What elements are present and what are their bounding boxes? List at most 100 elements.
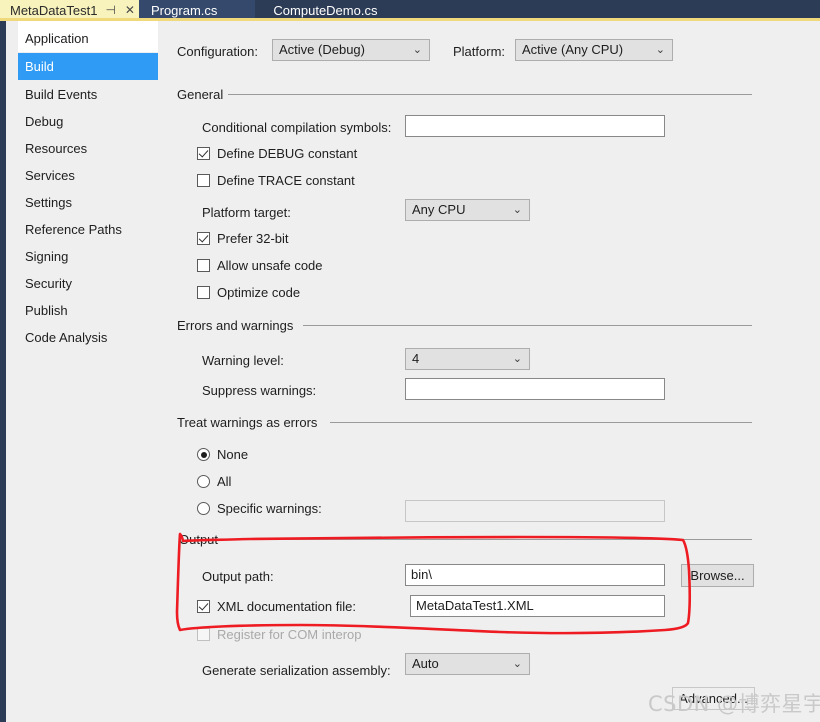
suppress-warnings-input[interactable] [405, 378, 665, 400]
radio-icon [197, 448, 210, 461]
specific-warnings-input[interactable] [405, 500, 665, 522]
treat-warnings-all-label: All [217, 474, 231, 489]
suppress-warnings-label: Suppress warnings: [202, 383, 316, 398]
sidebar-item-resources[interactable]: Resources [18, 135, 158, 162]
conditional-symbols-label: Conditional compilation symbols: [202, 120, 391, 135]
errors-warnings-group-title: Errors and warnings [177, 318, 293, 333]
warning-level-label: Warning level: [202, 353, 284, 368]
radio-icon [197, 475, 210, 488]
chevron-down-icon: ⌄ [656, 40, 665, 60]
sidebar-item-label: Signing [25, 249, 68, 264]
treat-warnings-none-radio[interactable]: None [197, 447, 248, 462]
sidebar-item-label: Build [25, 59, 54, 74]
tab-label: MetaDataTest1 [10, 3, 97, 18]
checkbox-icon [197, 147, 210, 160]
xml-documentation-checkbox[interactable]: XML documentation file: [197, 599, 356, 614]
checkbox-icon [197, 259, 210, 272]
conditional-symbols-input[interactable] [405, 115, 665, 137]
prefer-32bit-label: Prefer 32-bit [217, 231, 289, 246]
sidebar-item-label: Services [25, 168, 75, 183]
chevron-down-icon: ⌄ [513, 200, 522, 220]
sidebar-item-label: Resources [25, 141, 87, 156]
platform-label: Platform: [453, 44, 505, 59]
sidebar-item-settings[interactable]: Settings [18, 189, 158, 216]
sidebar-item-label: Application [25, 31, 89, 46]
chevron-down-icon: ⌄ [513, 654, 522, 674]
sidebar-item-publish[interactable]: Publish [18, 297, 158, 324]
sidebar-item-label: Publish [25, 303, 68, 318]
platform-target-label: Platform target: [202, 205, 291, 220]
define-debug-label: Define DEBUG constant [217, 146, 357, 161]
checkbox-icon [197, 232, 210, 245]
tab-label: Program.cs [151, 3, 217, 18]
sidebar-item-label: Security [25, 276, 72, 291]
sidebar-item-label: Build Events [25, 87, 97, 102]
optimize-code-checkbox[interactable]: Optimize code [197, 285, 300, 300]
chevron-down-icon: ⌄ [413, 40, 422, 60]
define-debug-checkbox[interactable]: Define DEBUG constant [197, 146, 357, 161]
sidebar-item-signing[interactable]: Signing [18, 243, 158, 270]
treat-warnings-specific-label: Specific warnings: [217, 501, 322, 516]
configuration-select[interactable]: Active (Debug) ⌄ [272, 39, 430, 61]
pin-icon[interactable]: ⊣ [105, 4, 115, 16]
tab-strip: MetaDataTest1 ⊣ ✕ Program.cs ComputeDemo… [0, 0, 820, 20]
warning-level-value: 4 [412, 351, 419, 366]
treat-warnings-specific-radio[interactable]: Specific warnings: [197, 501, 322, 516]
output-path-value: bin\ [411, 567, 432, 582]
output-group-title: Output [179, 532, 218, 547]
output-path-input[interactable]: bin\ [405, 564, 665, 586]
checkbox-icon [197, 628, 210, 641]
serialization-assembly-select[interactable]: Auto ⌄ [405, 653, 530, 675]
browse-button[interactable]: Browse... [681, 564, 754, 587]
sidebar-item-build[interactable]: Build [18, 53, 158, 80]
tab-program-cs[interactable]: Program.cs [139, 0, 255, 20]
sidebar-item-application[interactable]: Application [18, 25, 158, 52]
define-trace-checkbox[interactable]: Define TRACE constant [197, 173, 355, 188]
xml-documentation-label: XML documentation file: [217, 599, 356, 614]
general-group-divider [228, 94, 752, 95]
close-icon[interactable]: ✕ [125, 4, 135, 16]
allow-unsafe-label: Allow unsafe code [217, 258, 323, 273]
output-path-label: Output path: [202, 569, 274, 584]
tab-computedemo-cs[interactable]: ComputeDemo.cs [255, 0, 407, 20]
general-group-title: General [177, 87, 223, 102]
platform-target-value: Any CPU [412, 202, 465, 217]
sidebar-item-security[interactable]: Security [18, 270, 158, 297]
sidebar-item-services[interactable]: Services [18, 162, 158, 189]
checkbox-icon [197, 286, 210, 299]
browse-label: Browse... [690, 568, 744, 583]
sidebar-item-label: Settings [25, 195, 72, 210]
sidebar-item-debug[interactable]: Debug [18, 108, 158, 135]
configuration-label: Configuration: [177, 44, 258, 59]
sidebar-item-build-events[interactable]: Build Events [18, 81, 158, 108]
sidebar-item-reference-paths[interactable]: Reference Paths [18, 216, 158, 243]
checkbox-icon [197, 600, 210, 613]
warning-level-select[interactable]: 4 ⌄ [405, 348, 530, 370]
optimize-code-label: Optimize code [217, 285, 300, 300]
platform-target-select[interactable]: Any CPU ⌄ [405, 199, 530, 221]
platform-select[interactable]: Active (Any CPU) ⌄ [515, 39, 673, 61]
configuration-value: Active (Debug) [279, 42, 365, 57]
allow-unsafe-checkbox[interactable]: Allow unsafe code [197, 258, 323, 273]
errors-warnings-group-divider [303, 325, 752, 326]
tab-metadatatest1[interactable]: MetaDataTest1 ⊣ ✕ [0, 0, 139, 20]
treat-warnings-all-radio[interactable]: All [197, 474, 231, 489]
sidebar-item-code-analysis[interactable]: Code Analysis [18, 324, 158, 351]
register-com-interop-checkbox: Register for COM interop [197, 627, 362, 642]
serialization-assembly-value: Auto [412, 656, 439, 671]
rail-gap [6, 21, 18, 722]
register-com-interop-label: Register for COM interop [217, 627, 362, 642]
serialization-assembly-label: Generate serialization assembly: [202, 663, 391, 678]
checkbox-icon [197, 174, 210, 187]
xml-documentation-input[interactable]: MetaDataTest1.XML [410, 595, 665, 617]
sidebar-item-label: Reference Paths [25, 222, 122, 237]
watermark: CSDN @博弈星宇 [648, 688, 820, 718]
prefer-32bit-checkbox[interactable]: Prefer 32-bit [197, 231, 289, 246]
xml-documentation-value: MetaDataTest1.XML [416, 598, 534, 613]
treat-warnings-group-divider [330, 422, 752, 423]
sidebar-item-label: Code Analysis [25, 330, 107, 345]
tab-label: ComputeDemo.cs [273, 3, 377, 18]
treat-warnings-group-title: Treat warnings as errors [177, 415, 317, 430]
treat-warnings-none-label: None [217, 447, 248, 462]
sidebar-item-label: Debug [25, 114, 63, 129]
